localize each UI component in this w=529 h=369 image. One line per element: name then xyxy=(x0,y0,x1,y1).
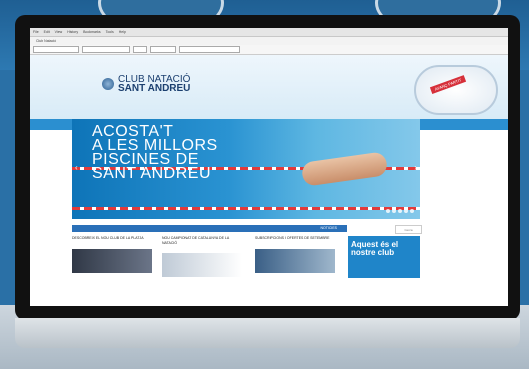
swimmer-image xyxy=(300,151,389,187)
header-badge-emblem: AVANÇ PARTIT xyxy=(414,65,498,115)
sidebar-club-banner[interactable]: Aquest és el nostre club xyxy=(348,236,420,278)
back-forward-controls[interactable] xyxy=(33,46,79,53)
browser-tab[interactable]: Club Natació xyxy=(36,39,56,43)
club-logo[interactable]: CLUB NATACIÓ SANT ANDREU xyxy=(102,75,191,94)
menu-edit[interactable]: Edit xyxy=(44,30,50,34)
menu-history[interactable]: History xyxy=(67,30,78,34)
slider-prev-icon[interactable]: ‹ xyxy=(75,163,78,172)
site-header: CLUB NATACIÓ SANT ANDREU AVANÇ PARTIT xyxy=(30,55,508,119)
monitor-chin xyxy=(15,318,520,348)
news-item[interactable]: NOU CAMPIONAT DE CATALUNYA DE LA NATACIÓ xyxy=(162,236,242,277)
toolbar-button[interactable] xyxy=(150,46,176,53)
slider-dot[interactable] xyxy=(386,209,390,213)
news-item-image[interactable] xyxy=(162,253,242,277)
sidebar-club-title: Aquest és el nostre club xyxy=(351,240,399,257)
slider-dot[interactable] xyxy=(410,209,414,213)
address-field[interactable] xyxy=(82,46,130,53)
browser-toolbar xyxy=(30,45,508,55)
menu-help[interactable]: Help xyxy=(119,30,126,34)
news-item[interactable]: DESCOBREIX EL NOU CLUB DE LA PLATJA xyxy=(72,236,152,273)
hero-headline: ACOSTA'T A LES MILLORS PISCINES DE SANT … xyxy=(92,124,218,182)
search-field[interactable] xyxy=(179,46,240,53)
slider-next-icon[interactable]: › xyxy=(414,163,417,172)
news-item-title[interactable]: DESCOBREIX EL NOU CLUB DE LA PLATJA xyxy=(72,236,152,241)
hero-line-4: SANT ANDREU xyxy=(92,165,212,182)
slider-dots xyxy=(386,209,414,213)
hero-slider[interactable]: ACOSTA'T A LES MILLORS PISCINES DE SANT … xyxy=(72,119,420,219)
site-search-input[interactable]: Cerca xyxy=(395,225,422,234)
news-item-image[interactable] xyxy=(72,248,152,273)
menu-file[interactable]: File xyxy=(33,30,39,34)
browser-tabs: Club Natació xyxy=(30,37,508,45)
news-label[interactable]: NOTICIES xyxy=(320,226,337,230)
browser-menubar: File Edit View History Bookmarks Tools H… xyxy=(30,28,508,37)
news-item-title[interactable]: SUBSCRIPCIONS I OFERTES DE SETEMBRE xyxy=(255,236,335,241)
news-item-image[interactable] xyxy=(255,248,335,273)
news-item-title[interactable]: NOU CAMPIONAT DE CATALUNYA DE LA NATACIÓ xyxy=(162,236,242,245)
slider-dot[interactable] xyxy=(398,209,402,213)
club-logo-icon xyxy=(102,78,114,90)
badge-ribbon: AVANÇ PARTIT xyxy=(429,75,467,94)
slider-dot[interactable] xyxy=(404,209,408,213)
news-bar: NOTICIES xyxy=(72,225,347,232)
news-item[interactable]: SUBSCRIPCIONS I OFERTES DE SETEMBRE xyxy=(255,236,335,273)
menu-tools[interactable]: Tools xyxy=(106,30,114,34)
menu-view[interactable]: View xyxy=(55,30,63,34)
slider-dot[interactable] xyxy=(392,209,396,213)
logo-line-2: SANT ANDREU xyxy=(118,83,191,94)
lane-rope-lower xyxy=(72,207,420,210)
go-button[interactable] xyxy=(133,46,147,53)
menu-bookmarks[interactable]: Bookmarks xyxy=(83,30,101,34)
